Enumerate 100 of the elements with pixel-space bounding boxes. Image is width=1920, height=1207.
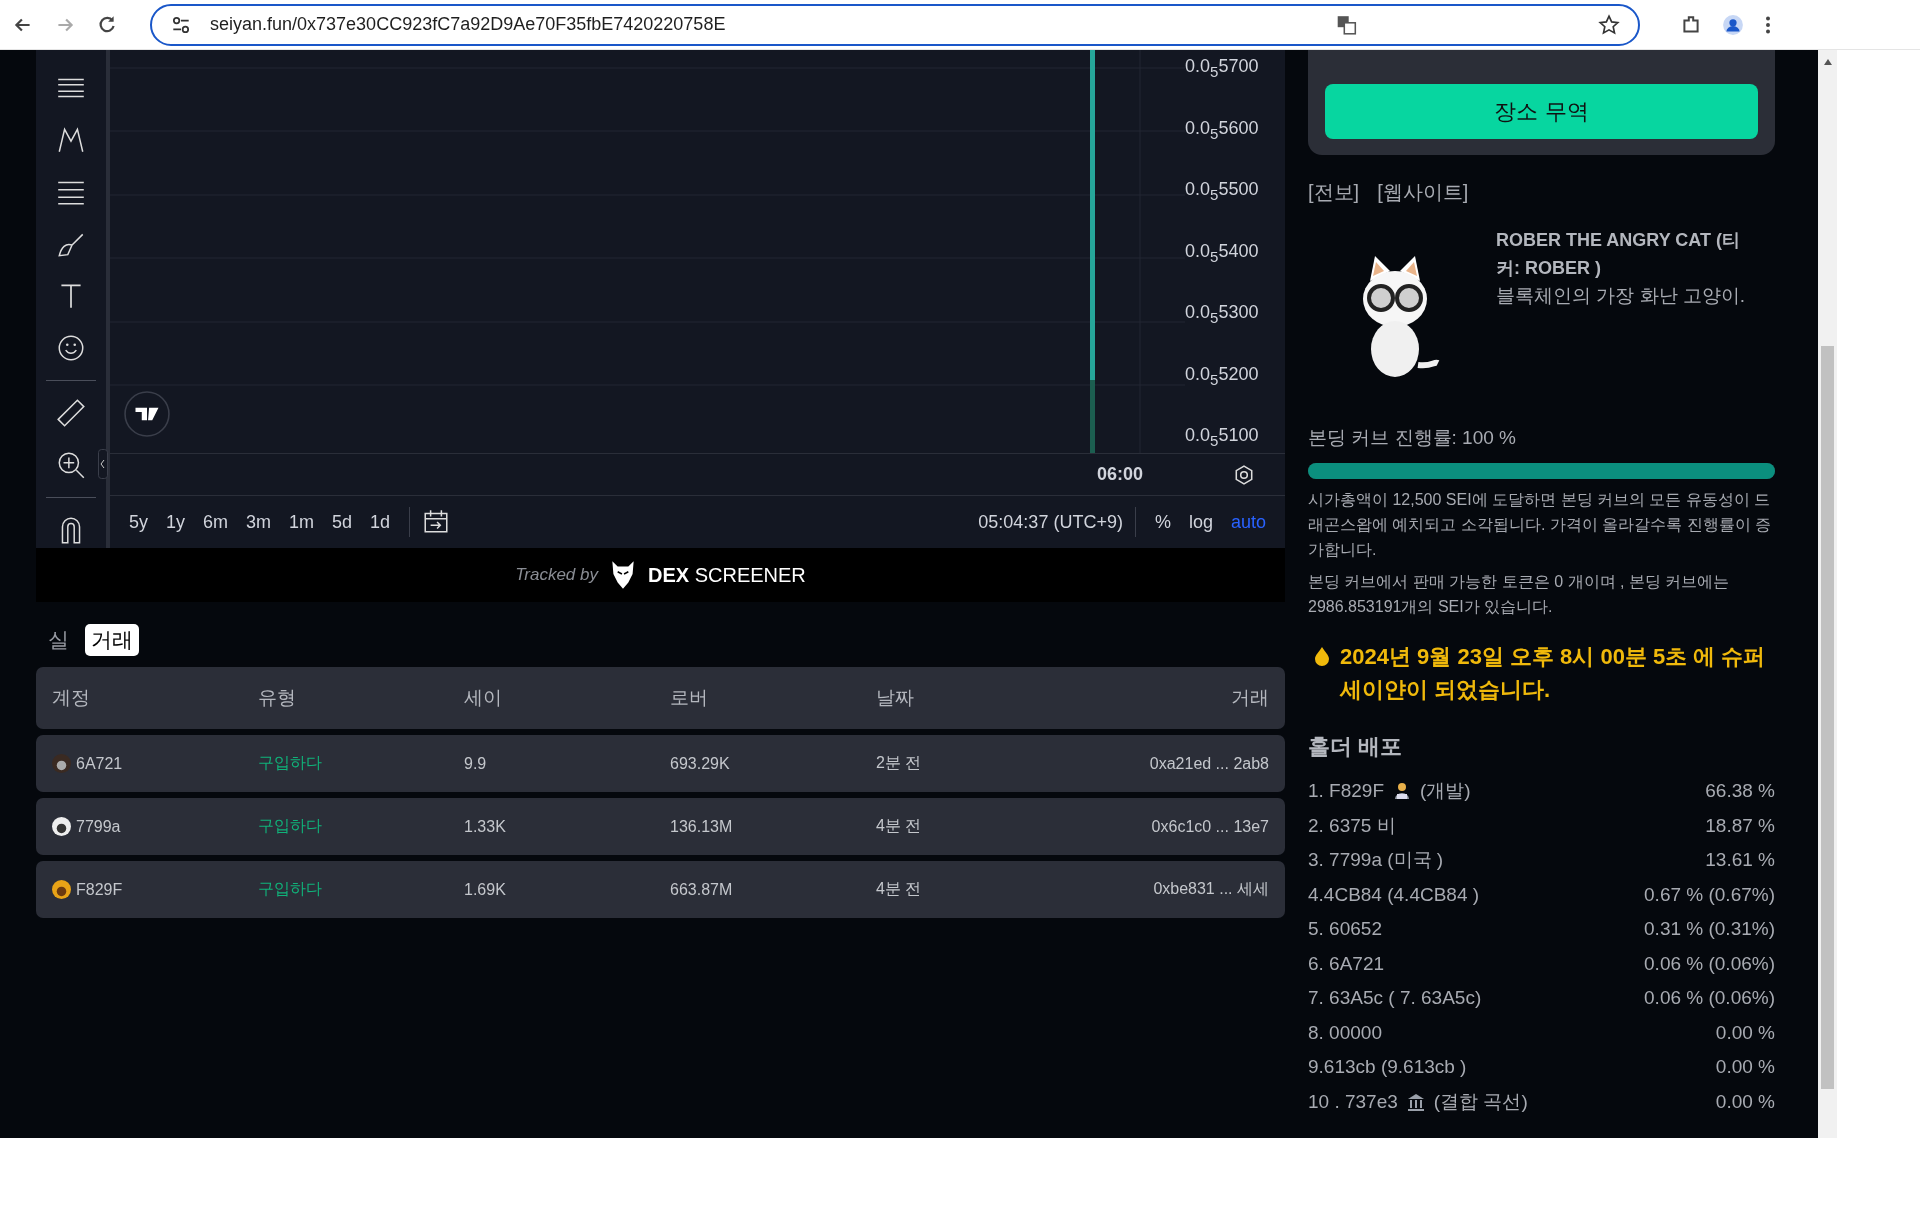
transaction-link[interactable]: 0xbe831 ... 세세: [1082, 879, 1269, 900]
token-description: 블록체인의 가장 화난 고양이.: [1496, 284, 1747, 308]
avatar-icon: [52, 817, 71, 836]
info-paragraph: 본딩 커브에서 판매 가능한 토큰은 0 개이며 , 본딩 커브에는 2986.853191개의 SEI가 있습니다.: [1308, 572, 1731, 617]
time-label: 06:00: [1096, 464, 1143, 486]
price-label: 0.0$_{5}$5400: [1185, 240, 1260, 265]
holder-share: 0.00 %: [1715, 1056, 1775, 1079]
scale-toggle[interactable]: %: [1147, 507, 1178, 537]
trade-type: 구입하다: [258, 753, 323, 773]
holder-share: 0.00 %: [1715, 1021, 1775, 1044]
trade-row[interactable]: 6A721 구입하다 9.9 693.29K 2분 전 0xa21ed ... 2ab8: [36, 735, 1285, 792]
range-button[interactable]: 1y: [159, 507, 193, 537]
table-cell-text: 1.69K: [464, 880, 507, 899]
profile-icon[interactable]: [1722, 13, 1744, 36]
clock-text: 05:04:37 (UTC+9): [978, 511, 1123, 533]
scroll-up-icon[interactable]: [1822, 58, 1833, 66]
table-cell-text: 136.13M: [670, 817, 734, 836]
flame-icon: [1314, 646, 1330, 666]
token-title: ROBER THE ANGRY CAT (티커: ROBER ): [1496, 229, 1741, 280]
holder-share: 13.61 %: [1705, 849, 1775, 872]
holder-share: 18.87 %: [1705, 814, 1775, 837]
table-cell-text: 4분 전: [876, 816, 923, 836]
info-paragraph: 시가총액이 12,500 SEI에 도달하면 본딩 커브의 모든 유동성이 드래곤스왑에 예치되고 소각됩니다. 가격이 올라갈수록 진행률이 증가합니다.: [1308, 490, 1773, 560]
trade-row[interactable]: F829F 구입하다 1.69K 663.87M 4분 전 0xbe831 ... 세세: [36, 861, 1285, 918]
table-cell-text: 693.29K: [670, 754, 731, 773]
account-text: F829F: [76, 880, 123, 899]
holder-note: (개발): [1420, 779, 1471, 804]
holder-name: 6. 6A721: [1308, 952, 1385, 975]
holder-note: (결합 곡선): [1433, 1089, 1528, 1114]
trade-type: 구입하다: [258, 816, 323, 836]
scrollbar[interactable]: [1818, 50, 1837, 1138]
super-notice-text: 2024년 9월 23일 오후 8시 00분 5초 에 슈퍼 세이얀이 되었습니다.: [1340, 643, 1767, 704]
range-button[interactable]: 1d: [363, 507, 398, 537]
range-button[interactable]: 3m: [239, 507, 279, 537]
tab[interactable]: 실: [42, 624, 75, 656]
holder-name: 10 . 737e3: [1308, 1090, 1398, 1113]
price-label: 0.0$_{5}$5500: [1185, 179, 1260, 203]
price-label: 0.0$_{5}$5700: [1185, 56, 1260, 80]
account-text: 7799a: [76, 817, 121, 836]
range-button[interactable]: 5y: [122, 507, 155, 537]
extensions-icon[interactable]: [1680, 13, 1702, 36]
bank-icon: [1405, 1091, 1426, 1112]
scale-toggle[interactable]: auto: [1223, 507, 1273, 537]
url-text: seiyan.fun/0x737e30CC923fC7a92D9Ae70F35fbE7420220758E: [210, 14, 726, 35]
range-button[interactable]: 1m: [282, 507, 322, 537]
table-cell-text: 2분 전: [876, 753, 923, 773]
holder-name: 1. F829F: [1308, 780, 1385, 803]
holder-share: 0.67 % (0.67%): [1644, 883, 1775, 906]
ruler-icon[interactable]: [55, 397, 87, 429]
table-cell-text: 1.33K: [464, 817, 507, 836]
collapse-handle-icon[interactable]: [98, 449, 108, 479]
price-label: 0.0$_{5}$5300: [1185, 302, 1260, 326]
holder-name: 8. 00000: [1308, 1021, 1382, 1044]
tracked-by-banner[interactable]: Tracked by DEX SCREENER: [36, 548, 1285, 602]
holder-name: 5. 60652: [1308, 918, 1382, 941]
star-icon[interactable]: [1598, 13, 1620, 36]
trade-type: 구입하다: [258, 879, 323, 899]
holder-share: 0.00 %: [1715, 1090, 1775, 1113]
tracked-by-text: Tracked by: [515, 565, 598, 585]
tradingview-logo-icon[interactable]: [124, 391, 170, 437]
settings-icon[interactable]: [1233, 463, 1255, 486]
price-label: 0.0$_{5}$5600: [1185, 117, 1260, 142]
transaction-link[interactable]: 0x6c1c0 ... 13e7: [1082, 817, 1269, 836]
range-button[interactable]: 5d: [325, 507, 360, 537]
holder-name: 4.4CB84 (4.4CB84 ): [1308, 883, 1480, 906]
table-cell-text: 4분 전: [876, 879, 923, 899]
tab[interactable]: 거래: [85, 624, 139, 656]
holder-name: 9.613cb (9.613cb ): [1308, 1056, 1467, 1079]
avatar-icon: [52, 880, 71, 899]
range-button[interactable]: 6m: [196, 507, 236, 537]
price-label: 0.0$_{5}$5200: [1185, 363, 1260, 388]
social-link[interactable]: [웹사이트]: [1377, 179, 1469, 206]
holder-heading: 홀더 배포: [1308, 733, 1404, 761]
avatar-icon: [52, 754, 71, 773]
holder-name: 3. 7799a (미국 ): [1308, 848, 1444, 873]
column-header: 거래: [1230, 686, 1269, 710]
column-header: 계정: [52, 686, 91, 710]
column-header: 세이: [464, 686, 503, 710]
transaction-link[interactable]: 0xa21ed ... 2ab8: [1082, 754, 1269, 773]
holder-share: 66.38 %: [1705, 780, 1775, 803]
price-label: 0.0$_{5}$5100: [1185, 425, 1260, 449]
scrollbar-thumb[interactable]: [1821, 346, 1834, 1089]
holder-name: 7. 63A5c ( 7. 63A5c): [1308, 987, 1482, 1010]
table-cell-text: 9.9: [464, 754, 488, 773]
scale-toggle[interactable]: log: [1181, 507, 1220, 537]
column-header: 유형: [258, 686, 297, 710]
trade-row[interactable]: 7799a 구입하다 1.33K 136.13M 4분 전 0x6c1c0 ... 13e7: [36, 798, 1285, 855]
column-header: 날짜: [876, 686, 915, 710]
holder-share: 0.31 % (0.31%): [1644, 918, 1775, 941]
table-cell-text: 663.87M: [670, 880, 734, 899]
holder-share: 0.06 % (0.06%): [1644, 987, 1775, 1010]
social-link[interactable]: [전보]: [1308, 179, 1360, 206]
bonding-progress-label: 본딩 커브 진행률: 100 %: [1308, 426, 1517, 450]
account-text: 6A721: [76, 754, 123, 773]
address-bar[interactable]: seiyan.fun/0x737e30CC923fC7a92D9Ae70F35fbE7420220758E: [150, 3, 1640, 46]
brand-text: DEX SCREENER: [648, 563, 806, 587]
trade-button[interactable]: 장소 무역: [1325, 84, 1758, 139]
holder-share: 0.06 % (0.06%): [1644, 952, 1775, 975]
holder-name: 2. 6375 비: [1308, 813, 1396, 838]
column-header: 로버: [670, 686, 709, 710]
